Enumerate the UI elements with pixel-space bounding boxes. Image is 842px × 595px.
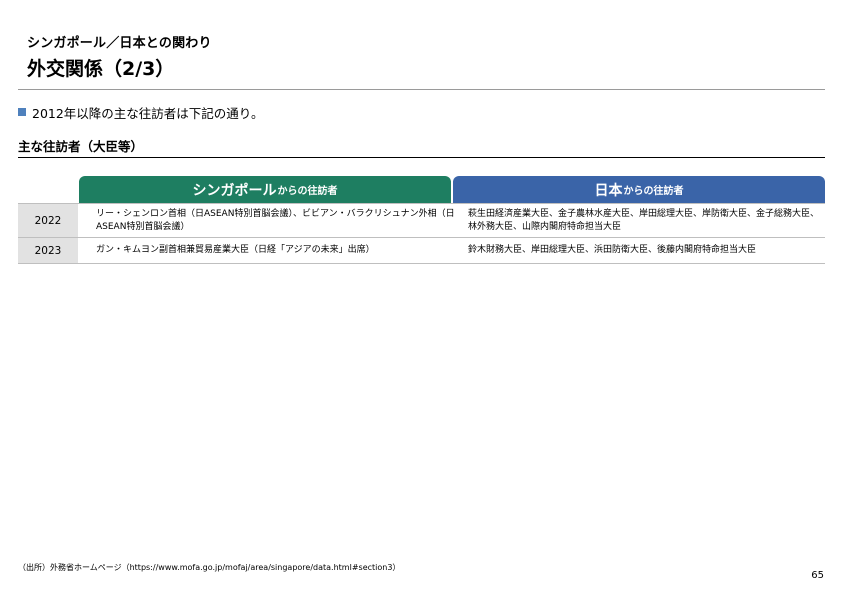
table-row: 2022 リー・シェンロン首相（日ASEAN特別首脳会議）、ビビアン・バラクリシ… [18, 203, 825, 238]
bullet-text: 2012年以降の主な往訪者は下記の通り。 [32, 105, 264, 121]
singapore-visitors-cell: ガン・キムヨン副首相兼貿易産業大臣（日経「アジアの未来」出席） [96, 245, 375, 255]
bullet-point: 2012年以降の主な往訪者は下記の通り。 [18, 104, 264, 121]
japan-visitors-cell: 鈴木財務大臣、岸田総理大臣、浜田防衛大臣、後藤内閣府特命担当大臣 [468, 245, 757, 255]
table-row: 2023 ガン・キムヨン副首相兼貿易産業大臣（日経「アジアの未来」出席） 鈴木財… [18, 238, 825, 264]
column-header-sub: からの往訪者 [277, 186, 338, 197]
column-header-singapore: シンガポール からの往訪者 [79, 176, 451, 203]
title-divider [18, 89, 825, 90]
japan-visitors-cell: 萩生田経済産業大臣、金子農林水産大臣、岸田総理大臣、岸防衛大臣、金子総務大臣、林… [468, 208, 820, 232]
column-header-japan: 日本 からの往訪者 [453, 176, 825, 203]
column-header-main: シンガポール [192, 182, 277, 199]
page-title: 外交関係（2/3） [27, 58, 175, 80]
section-heading: 主な往訪者（大臣等） [18, 139, 144, 154]
row-year: 2022 [18, 204, 78, 237]
page-number: 65 [811, 570, 824, 581]
section-divider [18, 157, 825, 158]
row-year: 2023 [18, 238, 78, 263]
square-bullet-icon [18, 108, 26, 116]
column-header-sub: からの往訪者 [623, 186, 684, 197]
page-subtitle: シンガポール／日本との関わり [27, 36, 212, 51]
column-header-main: 日本 [594, 182, 623, 199]
source-note: （出所）外務省ホームページ（https://www.mofa.go.jp/mof… [18, 563, 401, 572]
singapore-visitors-cell: リー・シェンロン首相（日ASEAN特別首脳会議）、ビビアン・バラクリシュナン外相… [96, 208, 455, 232]
